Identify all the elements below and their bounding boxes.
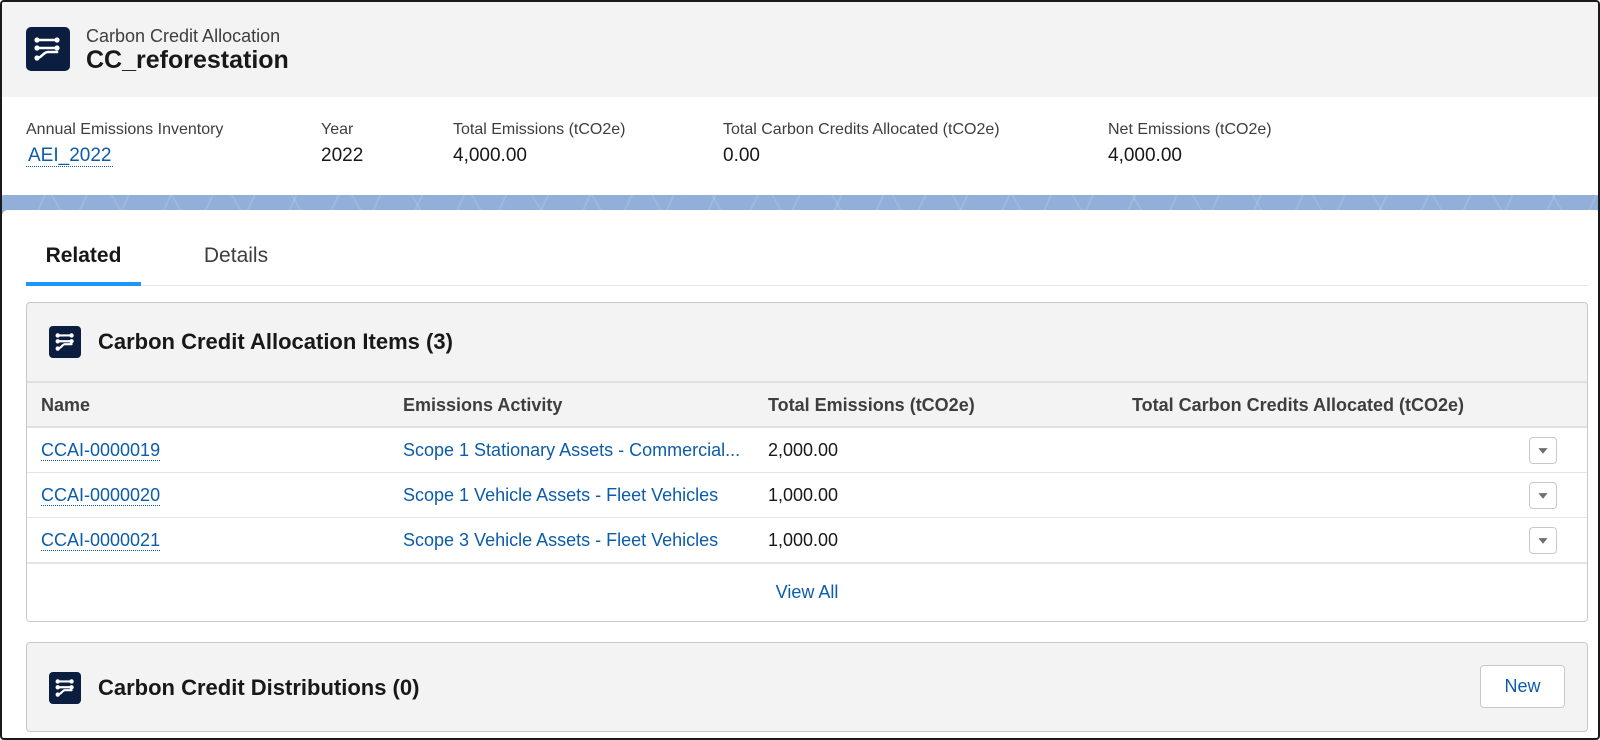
field-year: Year 2022 bbox=[321, 121, 363, 167]
item-name-link[interactable]: CCAI-0000020 bbox=[41, 485, 161, 506]
field-label: Total Carbon Credits Allocated (tCO2e) bbox=[723, 121, 1000, 138]
total-emissions-cell: 1,000.00 bbox=[768, 485, 839, 505]
content-edge bbox=[2, 210, 1598, 216]
related-list-title[interactable]: Carbon Credit Allocation Items (3) bbox=[98, 329, 453, 355]
view-all-link[interactable]: View All bbox=[776, 582, 839, 602]
record-header: Carbon Credit Allocation CC_reforestatio… bbox=[2, 2, 1598, 97]
field-value: 0.00 bbox=[723, 145, 760, 166]
column-header-total-emissions: Total Emissions (tCO2e) bbox=[768, 395, 975, 415]
field-total-emissions: Total Emissions (tCO2e) 4,000.00 bbox=[453, 121, 626, 167]
emissions-activity-link[interactable]: Scope 1 Stationary Assets - Commercial..… bbox=[403, 440, 740, 460]
related-list-header: Carbon Credit Distributions (0) New bbox=[27, 643, 1587, 721]
field-total-credits-allocated: Total Carbon Credits Allocated (tCO2e) 0… bbox=[723, 121, 1000, 167]
row-actions-button[interactable] bbox=[1529, 482, 1557, 509]
row-actions-button[interactable] bbox=[1529, 527, 1557, 554]
field-label: Net Emissions (tCO2e) bbox=[1108, 121, 1272, 138]
field-net-emissions: Net Emissions (tCO2e) 4,000.00 bbox=[1108, 121, 1272, 167]
column-header-credits-allocated: Total Carbon Credits Allocated (tCO2e) bbox=[1132, 395, 1465, 415]
tab-related[interactable]: Related bbox=[26, 234, 141, 286]
table-header: Name Emissions Activity Total Emissions … bbox=[27, 381, 1587, 428]
field-label: Annual Emissions Inventory bbox=[26, 121, 224, 138]
table-row: CCAI-0000019 Scope 1 Stationary Assets -… bbox=[27, 428, 1587, 473]
related-list-distributions: Carbon Credit Distributions (0) New bbox=[26, 642, 1588, 732]
total-emissions-cell: 2,000.00 bbox=[768, 440, 839, 460]
table-row: CCAI-0000020 Scope 1 Vehicle Assets - Fl… bbox=[27, 473, 1587, 518]
table-row: CCAI-0000021 Scope 3 Vehicle Assets - Fl… bbox=[27, 518, 1587, 563]
flow-icon bbox=[49, 326, 81, 358]
related-list-title[interactable]: Carbon Credit Distributions (0) bbox=[98, 675, 419, 701]
field-value: 2022 bbox=[321, 145, 364, 166]
column-header-emissions-activity: Emissions Activity bbox=[403, 395, 563, 415]
field-value: 4,000.00 bbox=[1108, 145, 1182, 166]
emissions-activity-link[interactable]: Scope 1 Vehicle Assets - Fleet Vehicles bbox=[403, 485, 718, 505]
annual-emissions-inventory-link[interactable]: AEI_2022 bbox=[26, 145, 114, 167]
new-distribution-button[interactable]: New bbox=[1480, 665, 1565, 708]
highlights-panel: Annual Emissions Inventory AEI_2022 Year… bbox=[2, 97, 1598, 197]
chevron-down-icon bbox=[1538, 493, 1548, 499]
tab-details[interactable]: Details bbox=[191, 234, 281, 286]
item-name-link[interactable]: CCAI-0000021 bbox=[41, 530, 161, 551]
related-list-allocation-items: Carbon Credit Allocation Items (3) Name … bbox=[26, 302, 1588, 622]
total-emissions-cell: 1,000.00 bbox=[768, 530, 839, 550]
record-page: Carbon Credit Allocation CC_reforestatio… bbox=[0, 0, 1600, 740]
flow-icon bbox=[26, 27, 70, 71]
column-header-name: Name bbox=[41, 395, 91, 415]
allocation-items-table: Name Emissions Activity Total Emissions … bbox=[27, 381, 1587, 621]
item-name-link[interactable]: CCAI-0000019 bbox=[41, 440, 161, 461]
row-actions-button[interactable] bbox=[1529, 437, 1557, 464]
field-label: Total Emissions (tCO2e) bbox=[453, 121, 626, 138]
field-value: 4,000.00 bbox=[453, 145, 527, 166]
flow-icon bbox=[49, 672, 81, 704]
field-label: Year bbox=[321, 121, 354, 138]
record-name: CC_reforestation bbox=[86, 46, 289, 74]
chevron-down-icon bbox=[1538, 538, 1548, 544]
emissions-activity-link[interactable]: Scope 3 Vehicle Assets - Fleet Vehicles bbox=[403, 530, 718, 550]
chevron-down-icon bbox=[1538, 448, 1548, 454]
related-list-header: Carbon Credit Allocation Items (3) bbox=[27, 303, 1587, 381]
view-all-footer: View All bbox=[27, 563, 1587, 621]
record-tabs: Related Details bbox=[26, 234, 1588, 286]
field-annual-emissions-inventory: Annual Emissions Inventory AEI_2022 bbox=[26, 121, 223, 167]
object-type-label: Carbon Credit Allocation bbox=[86, 26, 281, 46]
